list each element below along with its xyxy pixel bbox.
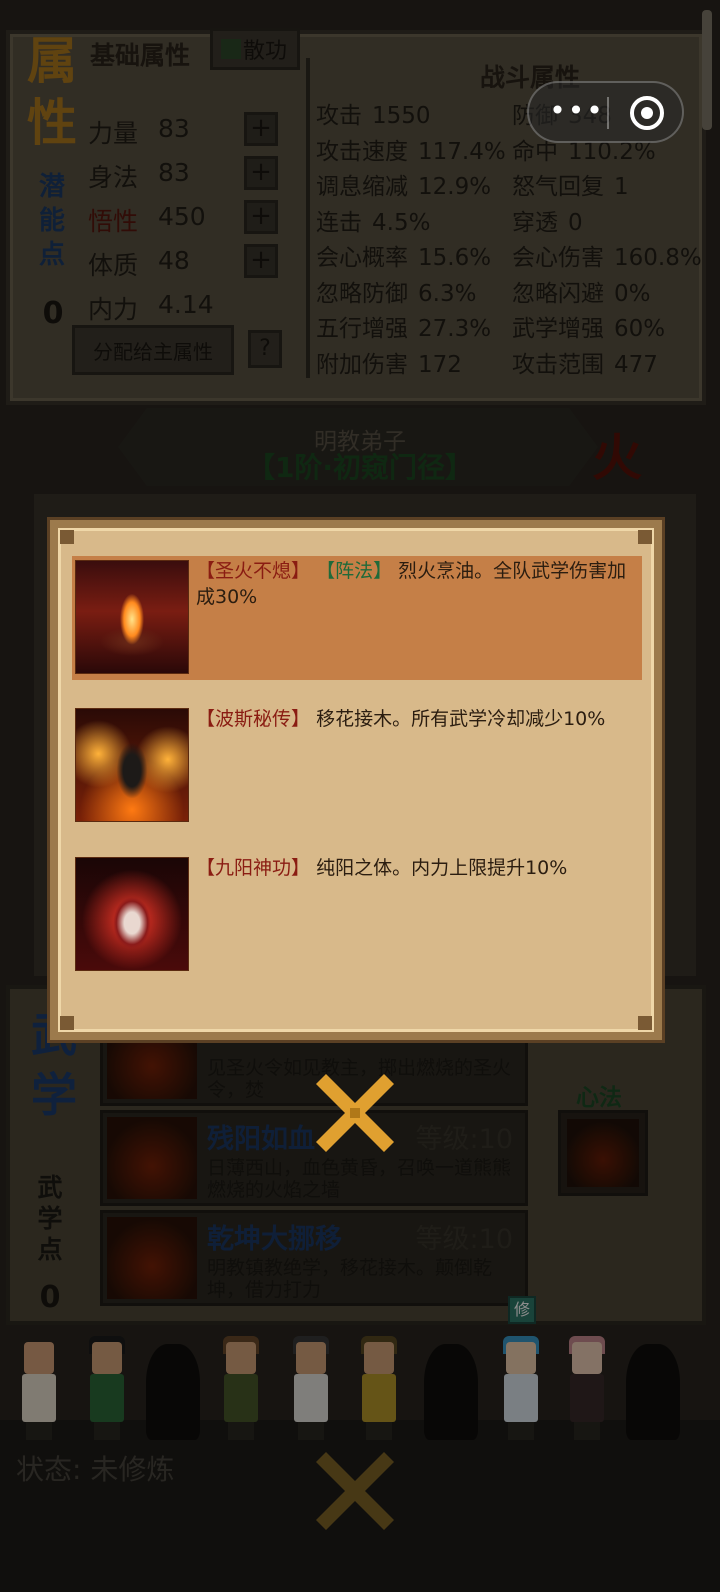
- scrollbar[interactable]: [702, 10, 712, 130]
- modal-corner: [60, 1016, 74, 1030]
- trait-image-persian-secret: [75, 708, 189, 822]
- capsule-divider: [607, 97, 609, 129]
- trait-desc: 移花接木。所有武学冷却减少10%: [316, 708, 606, 730]
- trait-text: 【九阳神功】 纯阳之体。内力上限提升10%: [196, 855, 642, 881]
- trait-desc: 纯阳之体。内力上限提升10%: [316, 857, 568, 879]
- trait-row[interactable]: 【圣火不熄】 【阵法】 烈火烹油。全队武学伤害加成30%: [72, 556, 642, 680]
- trait-row[interactable]: 【波斯秘传】 移花接木。所有武学冷却减少10%: [72, 704, 642, 828]
- close-x-icon: [316, 1452, 394, 1530]
- trait-row[interactable]: 【九阳神功】 纯阳之体。内力上限提升10%: [72, 853, 642, 977]
- trait-image-sacred-fire: [75, 560, 189, 674]
- target-icon[interactable]: [630, 96, 664, 130]
- close-x-icon[interactable]: [312, 1070, 398, 1156]
- more-dots-icon[interactable]: •••: [547, 91, 607, 133]
- modal-corner: [638, 530, 652, 544]
- trait-tag: 【阵法】: [316, 560, 393, 582]
- trait-image-nine-yang: [75, 857, 189, 971]
- sect-traits-modal: 【圣火不熄】 【阵法】 烈火烹油。全队武学伤害加成30% 【波斯秘传】 移花接木…: [50, 520, 662, 1040]
- trait-name: 【九阳神功】: [196, 857, 311, 879]
- modal-corner: [638, 1016, 652, 1030]
- modal-corner: [60, 530, 74, 544]
- trait-text: 【圣火不熄】 【阵法】 烈火烹油。全队武学伤害加成30%: [196, 558, 642, 610]
- miniprogram-capsule: •••: [527, 81, 684, 143]
- trait-name: 【波斯秘传】: [196, 708, 311, 730]
- trait-name: 【圣火不熄】: [196, 560, 311, 582]
- trait-text: 【波斯秘传】 移花接木。所有武学冷却减少10%: [196, 706, 642, 732]
